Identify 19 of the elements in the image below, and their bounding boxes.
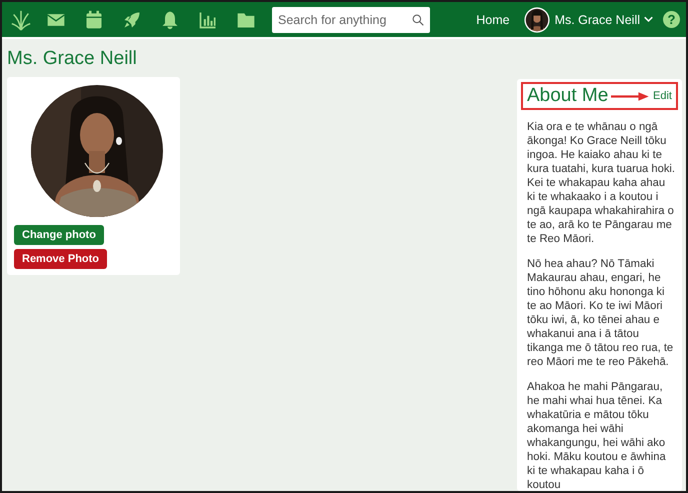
bell-icon[interactable] (160, 10, 180, 30)
help-button[interactable]: ? (663, 11, 680, 28)
edit-link[interactable]: Edit (653, 90, 672, 102)
nav-link[interactable]: Home (476, 12, 510, 26)
chevron-down-icon[interactable] (644, 16, 653, 23)
user-name[interactable]: Ms. Grace Neill (554, 12, 640, 26)
change-photo-button[interactable]: Change photo (14, 225, 104, 245)
search-field[interactable]: Search for anything (272, 6, 430, 32)
about-title: About Me (527, 85, 608, 107)
remove-photo-button[interactable]: Remove Photo (14, 249, 108, 269)
about-paragraph: Nō hea ahau? Nō Tāmaki Makaurau ahau, engari, he tino hōhonu aku hononga ki te ao Māori. Ko te iwi Māori tōku iwi, ā, ko tēnei ahau e whakanui ana i ā tātou tikanga me ō tātou reo rua, te reo Māori me te reo Pākehā. (527, 257, 674, 369)
rocket-icon[interactable] (122, 10, 142, 30)
page-title: Ms. Grace Neill (7, 48, 138, 70)
search-icon[interactable] (412, 14, 424, 26)
about-paragraph: Ahakoa he mahi Pāngarau, he mahi whai hua tēnei. Ka whakatūria e mātou tōku akomanga hei wāhi whakangungu, hei wāhi ako hoki. Māku koutou e āwhina ki te whakapau kaha i ō koutou (527, 380, 667, 491)
calendar-icon[interactable] (84, 10, 104, 30)
annotation-arrow (611, 92, 650, 100)
about-paragraph: Kia ora e te whānau o ngā ākonga! Ko Grace Neill tōku ingoa. He kaiako ahau ki te kura tuatahi, kura tuarua hoki. Kei te whakapau kaha ahau ki te whakaako i a koutou i ngā kaupapa whakahirahira o te ao, arā ko te Pāngarau me te Reo Māori. (527, 120, 676, 246)
bar-chart-icon[interactable] (198, 10, 218, 30)
